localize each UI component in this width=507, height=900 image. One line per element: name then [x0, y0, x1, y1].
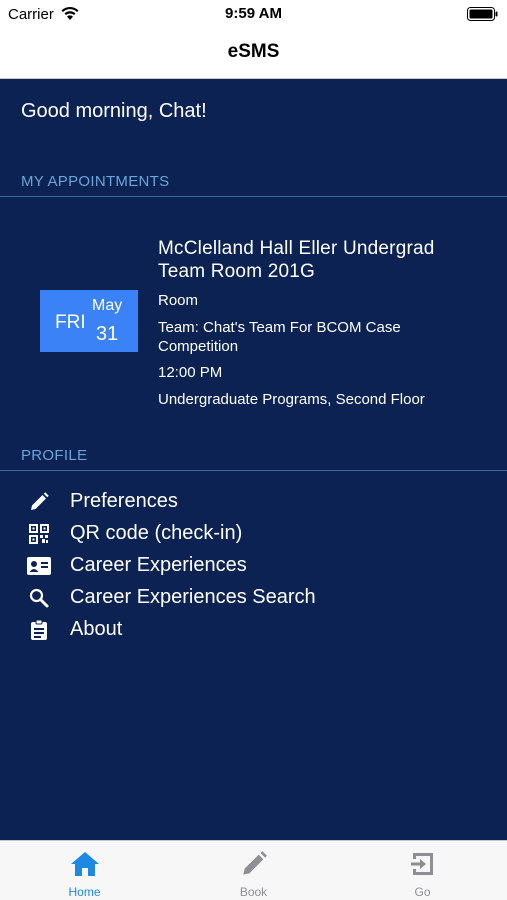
- appointment-time: 12:00 PM: [158, 364, 223, 381]
- section-divider: [0, 196, 507, 197]
- menu-item-label: Career Experiences: [70, 554, 247, 576]
- tab-label: Go: [414, 885, 431, 899]
- main-content: Good morning, Chat! MY APPOINTMENTS FRI …: [0, 80, 507, 840]
- greeting-text: Good morning, Chat!: [21, 100, 207, 122]
- profile-section-header: PROFILE: [21, 447, 88, 464]
- section-divider: [0, 470, 507, 471]
- tab-book[interactable]: Book: [169, 841, 338, 900]
- qr-code-icon: [26, 522, 52, 546]
- pencil-icon: [238, 848, 270, 880]
- menu-item-about[interactable]: About: [26, 615, 486, 645]
- menu-item-label: About: [70, 618, 123, 640]
- tab-go[interactable]: Go: [338, 841, 507, 900]
- id-card-icon: [26, 554, 52, 578]
- appointment-month: May: [92, 297, 123, 314]
- appointment-day-of-week: FRI: [55, 312, 86, 333]
- appointment-location: Undergraduate Programs, Second Floor: [158, 391, 425, 408]
- battery-icon: [467, 6, 499, 27]
- app-title: eSMS: [227, 41, 280, 62]
- status-bar: Carrier 9:59 AM: [0, 0, 507, 30]
- menu-item-career-experiences[interactable]: Career Experiences: [26, 551, 486, 581]
- clock-label: 9:59 AM: [225, 5, 282, 22]
- appointment-day: 31: [96, 323, 119, 345]
- tab-bar: Home Book Go: [0, 840, 507, 900]
- home-icon: [69, 848, 101, 880]
- appointment-date-badge: FRI May 31: [40, 290, 138, 352]
- menu-item-qr-code[interactable]: QR code (check-in): [26, 519, 486, 549]
- menu-item-label: Preferences: [70, 490, 178, 512]
- navigation-bar: eSMS: [0, 30, 507, 79]
- menu-item-preferences[interactable]: Preferences: [26, 487, 486, 517]
- tab-label: Home: [68, 885, 101, 899]
- appointment-title: McClelland Hall Eller Undergrad Team Roo…: [158, 238, 435, 282]
- search-icon: [26, 586, 52, 610]
- menu-item-career-experiences-search[interactable]: Career Experiences Search: [26, 583, 486, 613]
- appointment-team: Team: Chat's Team For BCOM Case Competit…: [158, 319, 401, 355]
- pencil-icon: [26, 490, 52, 514]
- tab-home[interactable]: Home: [0, 841, 169, 900]
- tab-label: Book: [239, 885, 268, 899]
- clipboard-icon: [26, 618, 52, 642]
- menu-item-label: Career Experiences Search: [70, 586, 316, 608]
- appointments-section-header: MY APPOINTMENTS: [21, 173, 170, 190]
- appointment-type: Room: [158, 292, 199, 309]
- menu-item-label: QR code (check-in): [70, 522, 243, 544]
- exit-icon: [407, 848, 439, 880]
